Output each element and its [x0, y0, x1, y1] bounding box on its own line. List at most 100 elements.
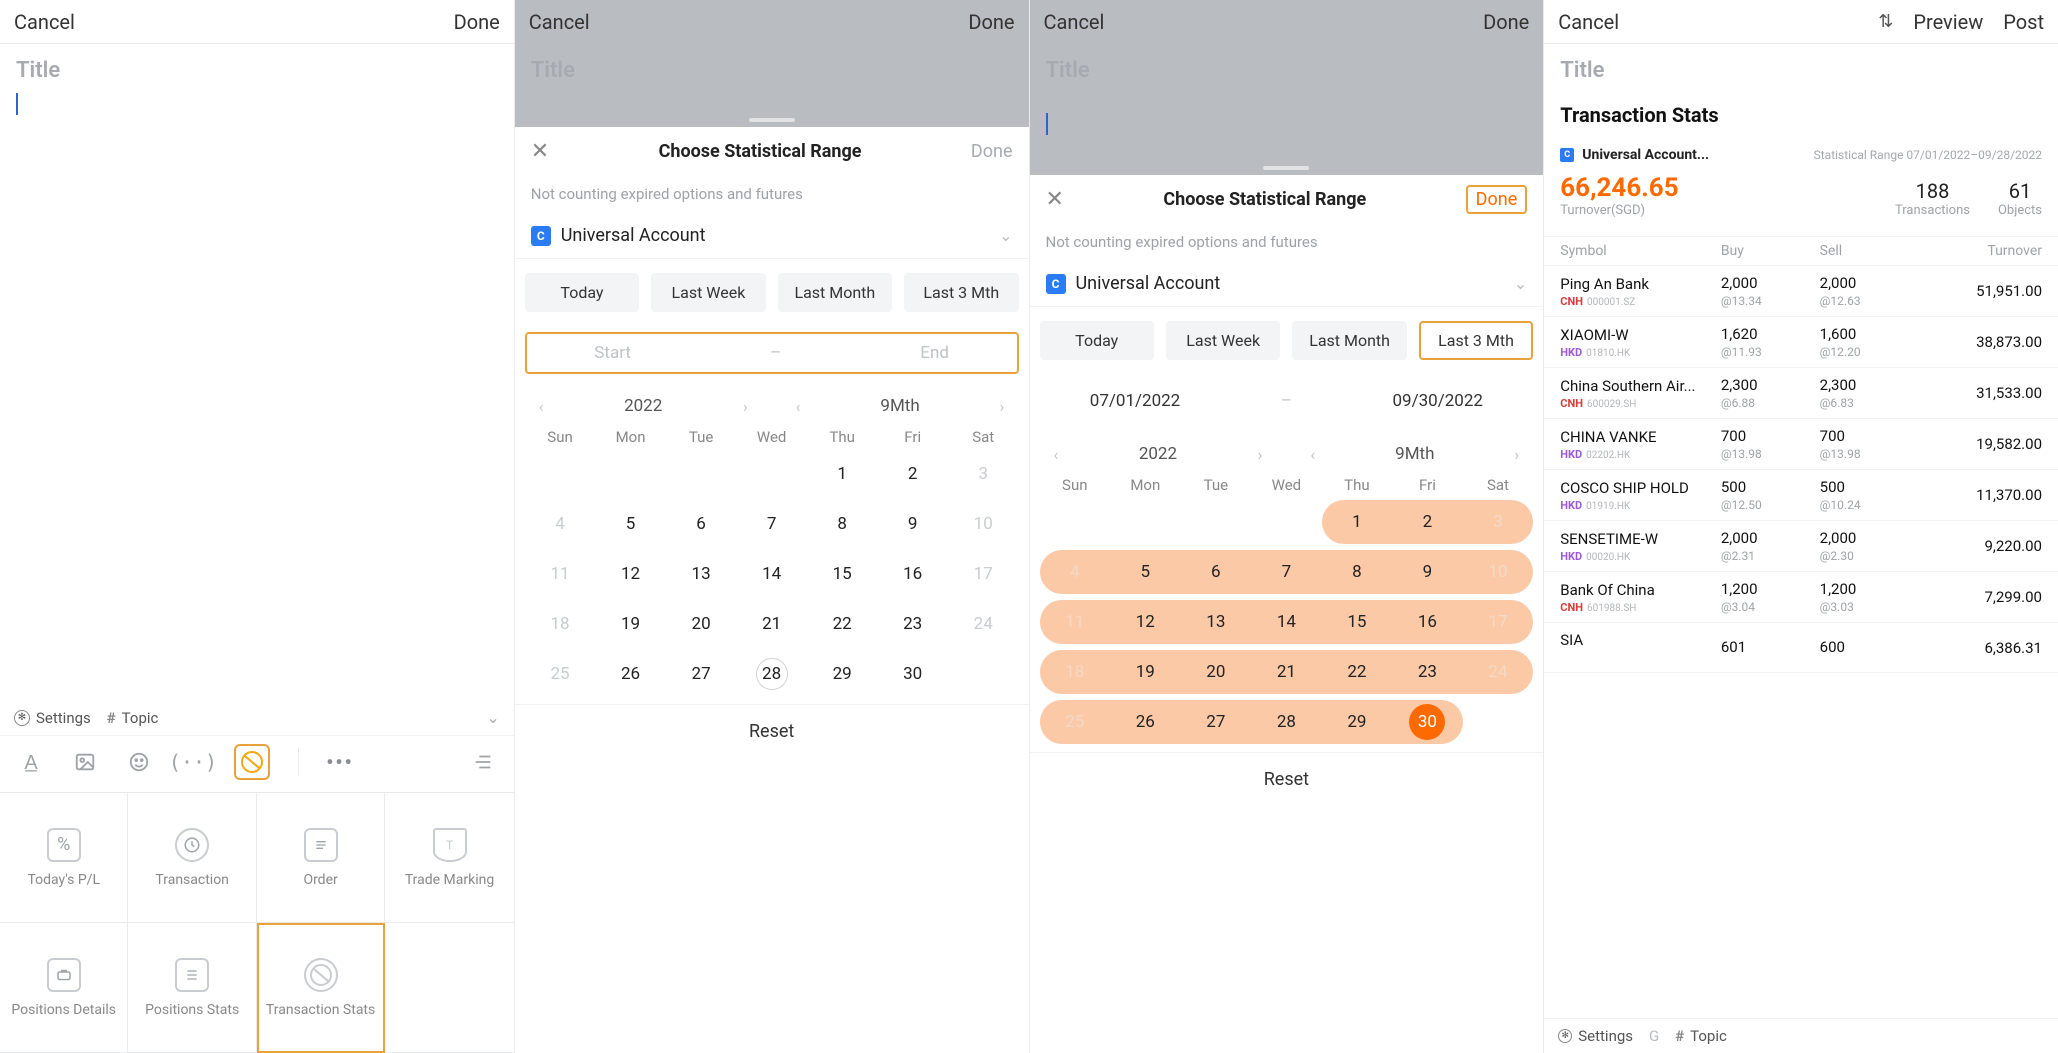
calendar-day[interactable]: 2 — [877, 452, 948, 496]
table-row[interactable]: Ping An BankCNH000001.SZ2,000@13.342,000… — [1544, 266, 2058, 317]
body-input[interactable] — [0, 93, 514, 149]
range-chip[interactable]: Last Week — [1166, 321, 1280, 360]
sheet-done-button[interactable]: Done — [1466, 185, 1528, 214]
title-input[interactable]: Title — [1544, 44, 2058, 93]
calendar-day[interactable]: 20 — [666, 602, 737, 646]
post-button[interactable]: Post — [2003, 10, 2044, 34]
table-row[interactable]: CHINA VANKEHKD02202.HK700@13.98700@13.98… — [1544, 419, 2058, 470]
close-icon[interactable]: ✕ — [531, 139, 549, 164]
calendar-day[interactable]: 10 — [948, 502, 1019, 546]
sheet-done-button[interactable]: Done — [971, 141, 1013, 162]
next-year-icon[interactable]: › — [743, 397, 748, 416]
calendar-day[interactable]: 27 — [1181, 700, 1252, 744]
calendar-day[interactable]: 27 — [666, 652, 737, 696]
emoji-icon[interactable] — [126, 749, 152, 775]
prev-month-icon[interactable]: ‹ — [1310, 445, 1315, 464]
calendar-day[interactable]: 24 — [948, 602, 1019, 646]
cancel-button[interactable]: Cancel — [14, 10, 75, 34]
calendar-day[interactable]: 25 — [525, 652, 596, 696]
calendar-day[interactable]: 19 — [595, 602, 666, 646]
calendar-day[interactable]: 22 — [807, 602, 878, 646]
calendar-day[interactable]: 30 — [1392, 700, 1463, 744]
calendar-day[interactable]: 28 — [736, 652, 807, 696]
share-tile-order[interactable]: Order — [257, 793, 385, 923]
cancel-button[interactable]: Cancel — [1044, 10, 1105, 34]
calendar-day[interactable]: 10 — [1463, 550, 1534, 594]
calendar-day[interactable]: 23 — [1392, 650, 1463, 694]
calendar-day[interactable]: 7 — [1251, 550, 1322, 594]
calendar-day[interactable]: 21 — [736, 602, 807, 646]
text-format-icon[interactable]: A̲ — [18, 749, 44, 775]
reset-button[interactable]: Reset — [515, 704, 1029, 760]
range-chip[interactable]: Last 3 Mth — [904, 273, 1018, 312]
range-chip[interactable]: Last Month — [778, 273, 892, 312]
account-selector[interactable]: C Universal Account ⌄ — [515, 217, 1029, 259]
calendar-day[interactable]: 9 — [877, 502, 948, 546]
calendar-day[interactable]: 23 — [877, 602, 948, 646]
prev-year-icon[interactable]: ‹ — [1054, 445, 1059, 464]
calendar-day[interactable]: 19 — [1110, 650, 1181, 694]
calendar-day[interactable]: 18 — [525, 602, 596, 646]
calendar-day[interactable]: 4 — [1040, 550, 1111, 594]
done-button[interactable]: Done — [1483, 10, 1529, 34]
calendar-day[interactable]: 28 — [1251, 700, 1322, 744]
date-range-box[interactable]: Start – End — [525, 332, 1019, 374]
calendar-day[interactable]: 15 — [807, 552, 878, 596]
topic-chip[interactable]: # Topic — [107, 709, 159, 727]
calendar-day[interactable]: 26 — [595, 652, 666, 696]
calendar-day[interactable]: 16 — [1392, 600, 1463, 644]
calendar[interactable]: 1234567891011121314151617181920212223242… — [515, 450, 1029, 704]
share-tile-positions-stats[interactable]: Positions Stats — [128, 923, 256, 1053]
calendar-day[interactable]: 6 — [666, 502, 737, 546]
calendar-day[interactable]: 20 — [1181, 650, 1252, 694]
calendar-day[interactable]: 15 — [1322, 600, 1393, 644]
range-chip[interactable]: Today — [525, 273, 639, 312]
calendar-day[interactable]: 17 — [948, 552, 1019, 596]
calendar-day[interactable]: 8 — [1322, 550, 1393, 594]
range-chip[interactable]: Last 3 Mth — [1419, 321, 1533, 360]
calendar-day[interactable]: 26 — [1110, 700, 1181, 744]
close-icon[interactable]: ✕ — [1046, 187, 1064, 212]
calendar-day[interactable]: 14 — [736, 552, 807, 596]
calendar-day[interactable]: 7 — [736, 502, 807, 546]
calendar[interactable]: 1234567891011121314151617181920212223242… — [1030, 498, 1544, 752]
date-range-box[interactable]: 07/01/2022 – 09/30/2022 — [1040, 380, 1534, 422]
calendar-day[interactable]: 30 — [877, 652, 948, 696]
range-chip[interactable]: Today — [1040, 321, 1154, 360]
calendar-day[interactable]: 29 — [807, 652, 878, 696]
calendar-day[interactable]: 9 — [1392, 550, 1463, 594]
settings-chip[interactable]: ✻ Settings — [1558, 1027, 1633, 1045]
calendar-day[interactable]: 1 — [807, 452, 878, 496]
next-year-icon[interactable]: › — [1258, 445, 1263, 464]
table-row[interactable]: XIAOMI-WHKD01810.HK1,620@11.931,600@12.2… — [1544, 317, 2058, 368]
cancel-button[interactable]: Cancel — [1558, 10, 1619, 34]
prev-month-icon[interactable]: ‹ — [796, 397, 801, 416]
table-row[interactable]: China Southern Air...CNH600029.SH2,300@6… — [1544, 368, 2058, 419]
reset-button[interactable]: Reset — [1030, 752, 1544, 808]
table-row[interactable]: COSCO SHIP HOLDHKD01919.HK500@12.50500@1… — [1544, 470, 2058, 521]
topic-chip[interactable]: # Topic — [1675, 1027, 1727, 1045]
calendar-day[interactable]: 14 — [1251, 600, 1322, 644]
share-tile-transaction[interactable]: Transaction — [128, 793, 256, 923]
table-row[interactable]: SENSETIME-WHKD00020.HK2,000@2.312,000@2.… — [1544, 521, 2058, 572]
prev-year-icon[interactable]: ‹ — [539, 397, 544, 416]
calendar-day[interactable]: 3 — [948, 452, 1019, 496]
calendar-day[interactable]: 6 — [1181, 550, 1252, 594]
sheet-handle[interactable] — [1030, 161, 1544, 175]
cancel-button[interactable]: Cancel — [529, 10, 590, 34]
calendar-day[interactable]: 11 — [1040, 600, 1111, 644]
settings-chip[interactable]: ✻ Settings — [14, 709, 91, 727]
stats-insert-icon[interactable] — [234, 744, 270, 780]
calendar-day[interactable]: 5 — [595, 502, 666, 546]
calendar-day[interactable]: 17 — [1463, 600, 1534, 644]
calendar-day[interactable]: 13 — [1181, 600, 1252, 644]
account-selector[interactable]: C Universal Account ⌄ — [1030, 265, 1544, 307]
range-chip[interactable]: Last Month — [1292, 321, 1406, 360]
done-button[interactable]: Done — [968, 10, 1014, 34]
calendar-day[interactable]: 29 — [1322, 700, 1393, 744]
calendar-day[interactable]: 4 — [525, 502, 596, 546]
calendar-day[interactable]: 21 — [1251, 650, 1322, 694]
range-chip[interactable]: Last Week — [651, 273, 765, 312]
share-tile-trade-marking[interactable]: TTrade Marking — [385, 793, 513, 923]
next-month-icon[interactable]: › — [1000, 397, 1005, 416]
